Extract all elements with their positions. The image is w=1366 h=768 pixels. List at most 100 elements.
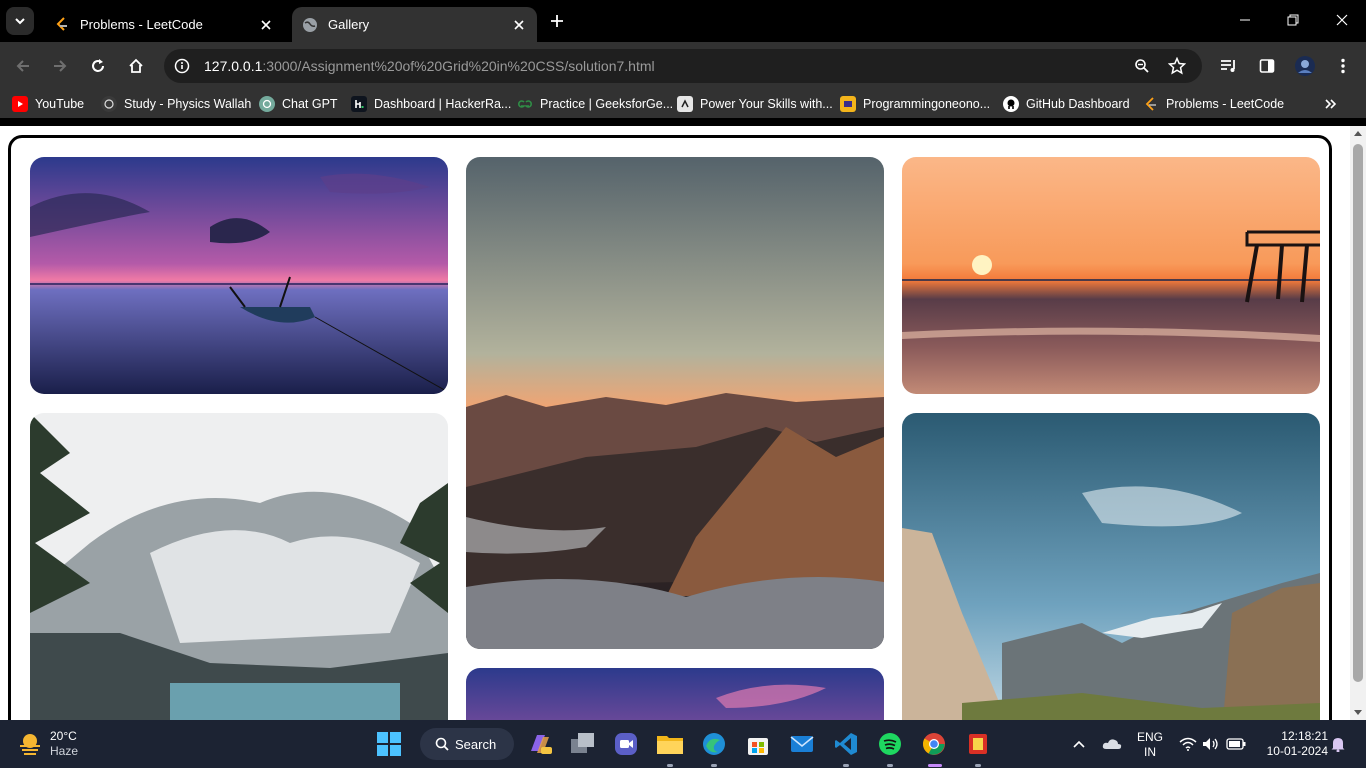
running-indicator [711,764,717,767]
weather-widget[interactable] [16,730,44,758]
clock-date: 10-01-2024 [1266,744,1328,758]
gallery-image-mountain-range-dusk [466,157,884,649]
task-view-app[interactable] [569,730,597,758]
address-bar[interactable]: 127.0.0.1:3000/Assignment%20of%20Grid%20… [164,49,1202,83]
language-code: ENG [1136,730,1163,744]
bell-icon [1331,738,1345,752]
language-indicator[interactable]: ENG IN [1132,730,1168,760]
taskbar-search[interactable]: Search [420,728,514,760]
weather-temp: 20°C [50,729,77,743]
bookmark-label: Dashboard | HackerRa... [374,97,512,111]
vscode-icon [835,733,857,755]
spotify-app[interactable] [876,730,904,758]
reload-button[interactable] [84,52,112,80]
speaker-icon [1203,738,1218,750]
clock[interactable]: 12:18:21 10-01-2024 [1256,729,1328,759]
reload-icon [92,59,104,72]
profile-button[interactable] [1291,52,1319,80]
task-view-icon [571,733,594,753]
volume-button[interactable] [1200,730,1222,758]
meet-app[interactable] [612,730,640,758]
side-panel-button[interactable] [1253,52,1281,80]
url-path: :3000/Assignment%20of%20Grid%20in%20CSS/… [262,58,655,74]
browser-toolbar: 127.0.0.1:3000/Assignment%20of%20Grid%20… [0,42,1366,90]
pdf-app[interactable] [964,730,992,758]
bookmark-label: Chat GPT [282,97,338,111]
bookmark-power-skills[interactable]: Power Your Skills with... [677,95,833,113]
clock-time: 12:18:21 [1281,729,1328,743]
scrollbar-thumb[interactable] [1353,144,1363,682]
onedrive-button[interactable] [1100,730,1124,758]
mail-icon [790,736,814,752]
bookmark-label: Programmingoneono... [863,97,991,111]
bookmark-geeksforgeeks[interactable]: Practice | GeeksforGe... [517,95,673,113]
info-icon[interactable] [174,58,190,74]
wifi-icon [1179,737,1197,751]
battery-button[interactable] [1224,730,1248,758]
minimize-icon [1240,19,1250,21]
show-hidden-icons-button[interactable] [1068,730,1090,758]
bookmark-label: Problems - LeetCode [1166,97,1285,111]
weather-info[interactable]: 20°C Haze [50,729,78,759]
close-icon[interactable] [511,17,527,33]
folder-icon [657,736,683,754]
weather-desc: Haze [50,744,79,758]
scroll-down-icon[interactable] [1354,710,1362,716]
bookmark-physics-wallah[interactable]: Study - Physics Wallah [101,95,251,113]
skills-icon [677,96,693,112]
close-icon[interactable] [258,17,274,33]
start-button[interactable] [375,730,403,758]
pdf-icon [969,734,987,754]
search-label: Search [455,736,497,752]
gallery-image-snowy-mountain-lake [30,413,448,720]
edge-app[interactable] [700,730,728,758]
running-indicator [667,764,673,767]
video-call-icon [615,733,637,755]
taskbar: 20°C Haze Search ENG IN 12:18:21 10-01-2… [0,720,1366,768]
zoom-icon[interactable] [1134,58,1150,74]
minimize-button[interactable] [1222,0,1268,40]
forward-button[interactable] [46,52,74,80]
file-explorer-app[interactable] [656,730,684,758]
tab-gallery[interactable]: Gallery [292,7,537,42]
bookmark-programming[interactable]: Programmingoneono... [840,95,990,113]
kebab-menu-icon [1341,58,1345,74]
close-window-button[interactable] [1319,0,1365,40]
star-icon[interactable] [1168,57,1186,75]
tab-search-button[interactable] [6,7,34,35]
spotify-icon [879,733,901,755]
arrow-left-icon [16,60,29,72]
menu-button[interactable] [1329,52,1357,80]
bookmark-label: Practice | GeeksforGe... [540,97,674,111]
tab-strip: Problems - LeetCode Gallery [0,0,1366,42]
bookmark-chatgpt[interactable]: Chat GPT [259,95,338,113]
mail-app[interactable] [788,730,816,758]
restore-button[interactable] [1270,0,1316,40]
gallery-image-purple-sky [466,668,884,720]
tab-leetcode[interactable]: Problems - LeetCode [44,7,284,42]
scroll-up-icon[interactable] [1354,130,1362,136]
new-tab-button[interactable] [546,10,568,32]
vscode-app[interactable] [832,730,860,758]
gfg-icon [517,96,533,112]
bookmark-hackerrank[interactable]: Dashboard | HackerRa... [351,95,511,113]
vertical-scrollbar[interactable] [1350,126,1366,720]
chrome-app[interactable] [920,730,948,758]
more-bookmarks-button[interactable] [1325,95,1337,113]
copilot-app[interactable] [526,730,554,758]
gallery-image-valley-cliffs [902,413,1320,720]
bookmark-leetcode[interactable]: Problems - LeetCode [1143,95,1284,113]
bookmark-label: GitHub Dashboard [1026,97,1130,111]
bookmark-github[interactable]: GitHub Dashboard [1003,95,1130,113]
pw-icon [101,96,117,112]
playlist-icon [1221,60,1235,72]
back-button[interactable] [9,52,37,80]
github-icon [1003,96,1019,112]
wifi-button[interactable] [1177,730,1199,758]
bookmark-youtube[interactable]: YouTube [12,95,84,113]
store-icon [748,738,768,755]
media-controls-button[interactable] [1215,52,1243,80]
notifications-button[interactable] [1328,730,1348,758]
store-app[interactable] [744,730,772,758]
home-button[interactable] [122,52,150,80]
